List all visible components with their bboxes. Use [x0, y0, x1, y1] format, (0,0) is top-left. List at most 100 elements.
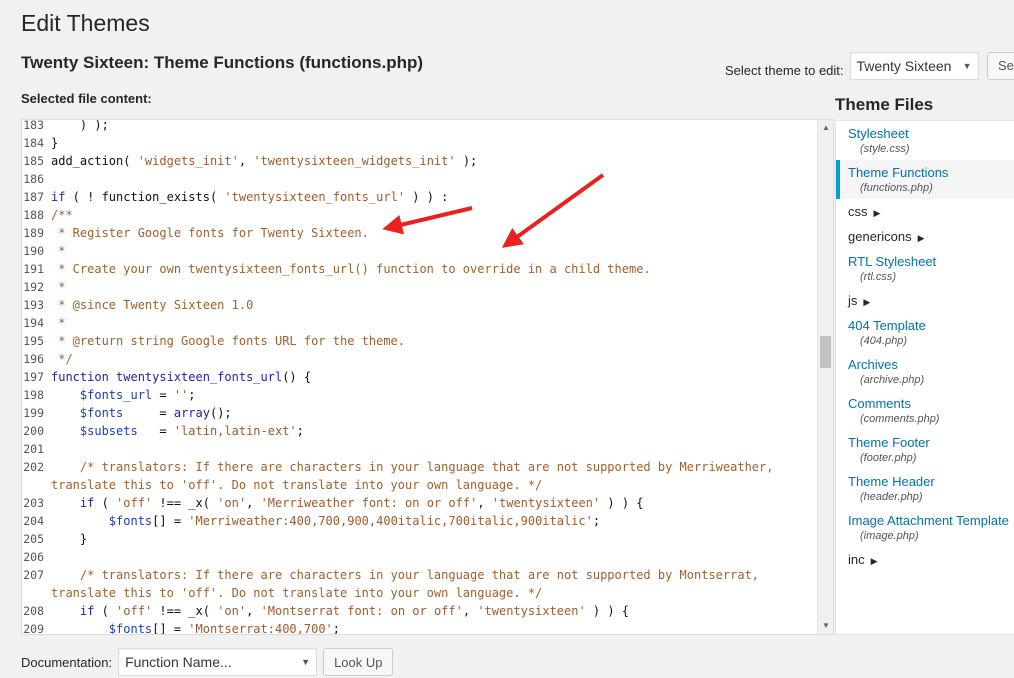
file-item[interactable]: 404 Template (404.php) [836, 313, 1014, 352]
file-link[interactable]: Archives [848, 357, 1014, 372]
line-number: 183 [23, 119, 44, 132]
code-line[interactable]: translate this to 'off'. Do not translat… [22, 476, 817, 494]
file-name: (functions.php) [860, 182, 933, 194]
file-name: (comments.php) [860, 413, 940, 425]
line-content: /** [51, 208, 73, 222]
code-line[interactable]: 206 [22, 548, 817, 566]
file-name: (header.php) [860, 491, 923, 503]
line-content: translate this to 'off'. Do not translat… [51, 586, 543, 600]
folder-label: css [848, 204, 868, 219]
code-line[interactable]: 201 [22, 440, 817, 458]
theme-select-label: Select theme to edit: [725, 62, 844, 78]
file-item[interactable]: Comments (comments.php) [836, 391, 1014, 430]
function-name-select[interactable]: Function Name... ▼ [118, 648, 318, 676]
file-name: (404.php) [860, 335, 908, 347]
line-number: 184 [23, 136, 44, 150]
line-content: ) ); [51, 119, 109, 132]
folder-item-js[interactable]: js ▶ [836, 288, 1014, 313]
line-content: * [51, 316, 66, 330]
line-number: 193 [23, 298, 44, 312]
code-editor[interactable]: 183 ) ); 184} 185 add_action( 'widgets_init… [21, 119, 834, 635]
code-line[interactable]: 207 /* translators: If there are charact… [22, 566, 817, 584]
file-link[interactable]: Theme Header [848, 474, 1014, 489]
code-line[interactable]: 190 * [22, 242, 817, 260]
line-number: 198 [23, 388, 44, 402]
code-line[interactable]: 196 */ [22, 350, 817, 368]
code-line[interactable]: 187 if ( ! function_exists( 'twentysixtee… [22, 188, 817, 206]
code-line[interactable]: 198 $fonts_url = ''; [22, 386, 817, 404]
file-item[interactable]: Theme Footer (footer.php) [836, 430, 1014, 469]
code-line[interactable]: 202 /* translators: If there are charact… [22, 458, 817, 476]
code-line[interactable]: 194 * [22, 314, 817, 332]
line-number: 190 [23, 244, 44, 258]
line-number [22, 476, 51, 494]
folder-label: genericons [848, 229, 912, 244]
code-line[interactable]: 191 * Create your own twentysixteen_font… [22, 260, 817, 278]
code-line[interactable]: 192 * [22, 278, 817, 296]
code-line[interactable]: 200 $subsets = 'latin,latin-ext'; [22, 422, 817, 440]
line-content: } [51, 136, 59, 150]
line-content: * [51, 244, 66, 258]
expand-triangle-icon[interactable]: ▶ [863, 297, 870, 307]
code-line[interactable]: 209 $fonts[] = 'Montserrat:400,700'; [22, 620, 817, 634]
line-number: 192 [23, 280, 44, 294]
line-content: $fonts_url = ''; [79, 388, 196, 402]
scroll-thumb[interactable] [820, 336, 831, 368]
line-content: translate this to 'off'. Do not translat… [51, 478, 543, 492]
folder-item-css[interactable]: css ▶ [836, 199, 1014, 224]
theme-files-title: Theme Files [835, 95, 934, 114]
chevron-down-icon: ▼ [301, 657, 311, 667]
file-link[interactable]: RTL Stylesheet [848, 254, 1014, 269]
code-line[interactable]: 208 if ( 'off' !== _x( 'on', 'Montserrat… [22, 602, 817, 620]
file-item[interactable]: RTL Stylesheet (rtl.css) [836, 249, 1014, 288]
code-line[interactable]: translate this to 'off'. Do not translat… [22, 584, 817, 602]
documentation-group: Documentation: Function Name... ▼ Look U… [21, 648, 394, 676]
code-line[interactable]: 189 * Register Google fonts for Twenty S… [22, 224, 817, 242]
line-number: 196 [23, 352, 44, 366]
file-item[interactable]: Stylesheet (style.css) [836, 121, 1014, 160]
folder-item-genericons[interactable]: genericons ▶ [836, 224, 1014, 249]
code-line[interactable]: 203 if ( 'off' !== _x( 'on', 'Merriweath… [22, 494, 817, 512]
function-name-placeholder: Function Name... [125, 654, 232, 670]
file-item[interactable]: Theme Header (header.php) [836, 469, 1014, 508]
expand-triangle-icon[interactable]: ▶ [871, 556, 878, 566]
line-content: add_action( 'widgets_init', 'twentysixte… [51, 154, 478, 168]
code-line[interactable]: 183 ) ); [22, 119, 817, 134]
file-name: (style.css) [860, 143, 910, 155]
folder-item-inc[interactable]: inc ▶ [836, 547, 1014, 572]
code-line[interactable]: 186 [22, 170, 817, 188]
code-line[interactable]: 185 add_action( 'widgets_init', 'twentysi… [22, 152, 817, 170]
file-link[interactable]: 404 Template [848, 318, 1014, 333]
expand-triangle-icon[interactable]: ▶ [874, 208, 881, 218]
code-line[interactable]: 193 * @since Twenty Sixteen 1.0 [22, 296, 817, 314]
line-content: if ( 'off' !== _x( 'on', 'Montserrat fon… [79, 604, 630, 618]
line-number: 191 [23, 262, 44, 276]
file-item[interactable]: Image Attachment Template (image.php) [836, 508, 1014, 547]
line-content: function twentysixteen_fonts_url() { [51, 370, 312, 384]
code-line[interactable]: 205 } [22, 530, 817, 548]
look-up-button[interactable]: Look Up [323, 648, 394, 676]
file-link[interactable]: Comments [848, 396, 1014, 411]
file-item[interactable]: Theme Functions (functions.php) [836, 160, 1014, 199]
select-theme-button[interactable]: Sel [987, 52, 1014, 80]
code-lines[interactable]: 183 ) ); 184} 185 add_action( 'widgets_init… [22, 119, 817, 634]
theme-select[interactable]: Twenty Sixteen ▼ [849, 52, 979, 80]
code-line[interactable]: 204 $fonts[] = 'Merriweather:400,700,900… [22, 512, 817, 530]
code-line[interactable]: 197 function twentysixteen_fonts_url() { [22, 368, 817, 386]
code-line[interactable]: 195 * @return string Google fonts URL fo… [22, 332, 817, 350]
expand-triangle-icon[interactable]: ▶ [918, 233, 925, 243]
line-number: 187 [23, 190, 44, 204]
file-link[interactable]: Theme Footer [848, 435, 1014, 450]
code-line[interactable]: 184} [22, 134, 817, 152]
scroll-down-arrow-icon[interactable]: ▼ [818, 618, 833, 634]
code-line[interactable]: 188 /** [22, 206, 817, 224]
file-link[interactable]: Stylesheet [848, 126, 1014, 141]
line-number: 186 [23, 172, 44, 186]
line-number: 207 [23, 568, 44, 582]
file-link[interactable]: Theme Functions [848, 165, 1014, 180]
file-item[interactable]: Archives (archive.php) [836, 352, 1014, 391]
scroll-up-arrow-icon[interactable]: ▲ [818, 120, 833, 136]
editor-scrollbar[interactable]: ▲ ▼ [817, 120, 833, 634]
file-link[interactable]: Image Attachment Template [848, 513, 1014, 528]
code-line[interactable]: 199 $fonts = array(); [22, 404, 817, 422]
